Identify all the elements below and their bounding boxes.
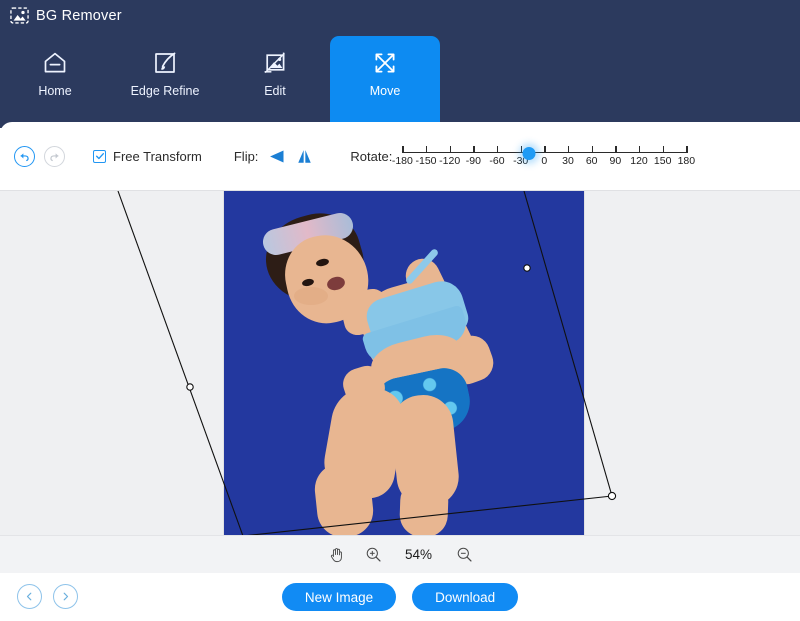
app-header: BG Remover Home Edge Refine Edit Move — [0, 0, 800, 128]
rotate-slider-handle[interactable] — [522, 146, 536, 160]
edited-image[interactable] — [224, 191, 584, 535]
rotate-controls: Rotate: -180 -150 -120 -90 -60 -30 0 30 60 90 120 1… — [350, 139, 695, 173]
redo-button[interactable] — [44, 145, 65, 167]
free-transform-toggle[interactable]: Free Transform — [93, 149, 202, 164]
rotate-tick-label: 90 — [609, 155, 622, 167]
rotate-tick-label: -60 — [489, 155, 505, 167]
transform-toolbar: Free Transform Flip: Rotate: -180 -150 -12… — [0, 122, 800, 190]
rotate-tick — [639, 146, 641, 153]
download-button[interactable]: Download — [412, 583, 519, 611]
zoom-toolbar: 54% — [0, 535, 800, 573]
rotate-tick-label: -120 — [439, 155, 461, 167]
zoom-level: 54% — [404, 547, 433, 562]
nav-tab-label: Home — [38, 84, 72, 98]
picture-edit-icon — [264, 52, 285, 74]
rotate-tick-label: -150 — [415, 155, 437, 167]
free-transform-label: Free Transform — [113, 148, 202, 164]
footer-actions: New Image Download — [0, 573, 800, 621]
transform-handle-left[interactable] — [186, 383, 194, 391]
nav-tab-edit[interactable]: Edit — [220, 36, 330, 122]
hand-tool-icon[interactable] — [328, 546, 345, 563]
rotate-label: Rotate: — [350, 148, 393, 164]
rotate-tick-label: 150 — [653, 155, 672, 167]
rotate-tick — [686, 146, 688, 153]
rotate-slider[interactable]: -180 -150 -120 -90 -60 -30 0 30 60 90 120 150 180 — [392, 139, 695, 173]
rotate-tick — [615, 146, 617, 153]
check-icon — [95, 153, 104, 160]
flip-horizontal-icon[interactable] — [267, 148, 286, 165]
rotate-tick — [426, 146, 428, 153]
rotate-tick — [449, 146, 451, 153]
rotate-tick-label: -180 — [391, 155, 413, 167]
rotate-tick-label: -90 — [465, 155, 481, 167]
rotate-tick — [402, 146, 404, 153]
rotate-tick-label: 0 — [541, 155, 548, 167]
zoom-in-icon[interactable] — [365, 546, 382, 563]
rotate-tick-label: 60 — [585, 155, 598, 167]
rotate-tick — [662, 146, 664, 153]
rotate-tick-label: 120 — [630, 155, 648, 167]
nav-tab-label: Move — [369, 84, 401, 98]
rotate-tick-label: 180 — [677, 155, 696, 167]
image-dashed-icon — [10, 7, 29, 24]
undo-arrow-icon — [20, 152, 29, 161]
nav-tab-label: Edge Refine — [130, 84, 200, 98]
transform-handle-bottom-right[interactable] — [607, 491, 617, 501]
footer-bar: New Image Download — [0, 573, 800, 621]
home-icon — [44, 52, 66, 73]
zoom-out-icon[interactable] — [456, 546, 473, 563]
nav-tab-home[interactable]: Home — [0, 36, 110, 122]
flip-controls: Flip: — [234, 148, 315, 165]
nav-tab-move[interactable]: Move — [330, 36, 440, 122]
undo-button[interactable] — [14, 145, 35, 167]
new-image-button[interactable]: New Image — [281, 583, 397, 611]
free-transform-checkbox[interactable] — [93, 149, 106, 163]
brand: BG Remover — [10, 6, 122, 25]
nav-tab-label: Edit — [264, 84, 286, 98]
brush-square-icon — [155, 52, 176, 73]
flip-vertical-icon[interactable] — [295, 148, 314, 165]
flip-label: Flip: — [233, 148, 259, 164]
rotate-tick — [568, 146, 570, 153]
rotate-tick — [497, 146, 499, 153]
main-nav: Home Edge Refine Edit Move — [0, 36, 800, 128]
rotate-tick — [591, 146, 593, 153]
rotate-tick — [544, 146, 546, 153]
nav-tab-edge-refine[interactable]: Edge Refine — [110, 36, 220, 122]
app-title: BG Remover — [36, 7, 122, 24]
rotate-tick — [473, 146, 475, 153]
move-arrows-icon — [375, 53, 395, 73]
redo-arrow-icon — [50, 152, 59, 161]
app-window: BG Remover Home Edge Refine Edit Move Fr… — [0, 0, 800, 621]
subject-photo — [224, 191, 584, 535]
editor-canvas[interactable] — [0, 190, 800, 535]
rotate-tick-label: 30 — [562, 155, 574, 167]
